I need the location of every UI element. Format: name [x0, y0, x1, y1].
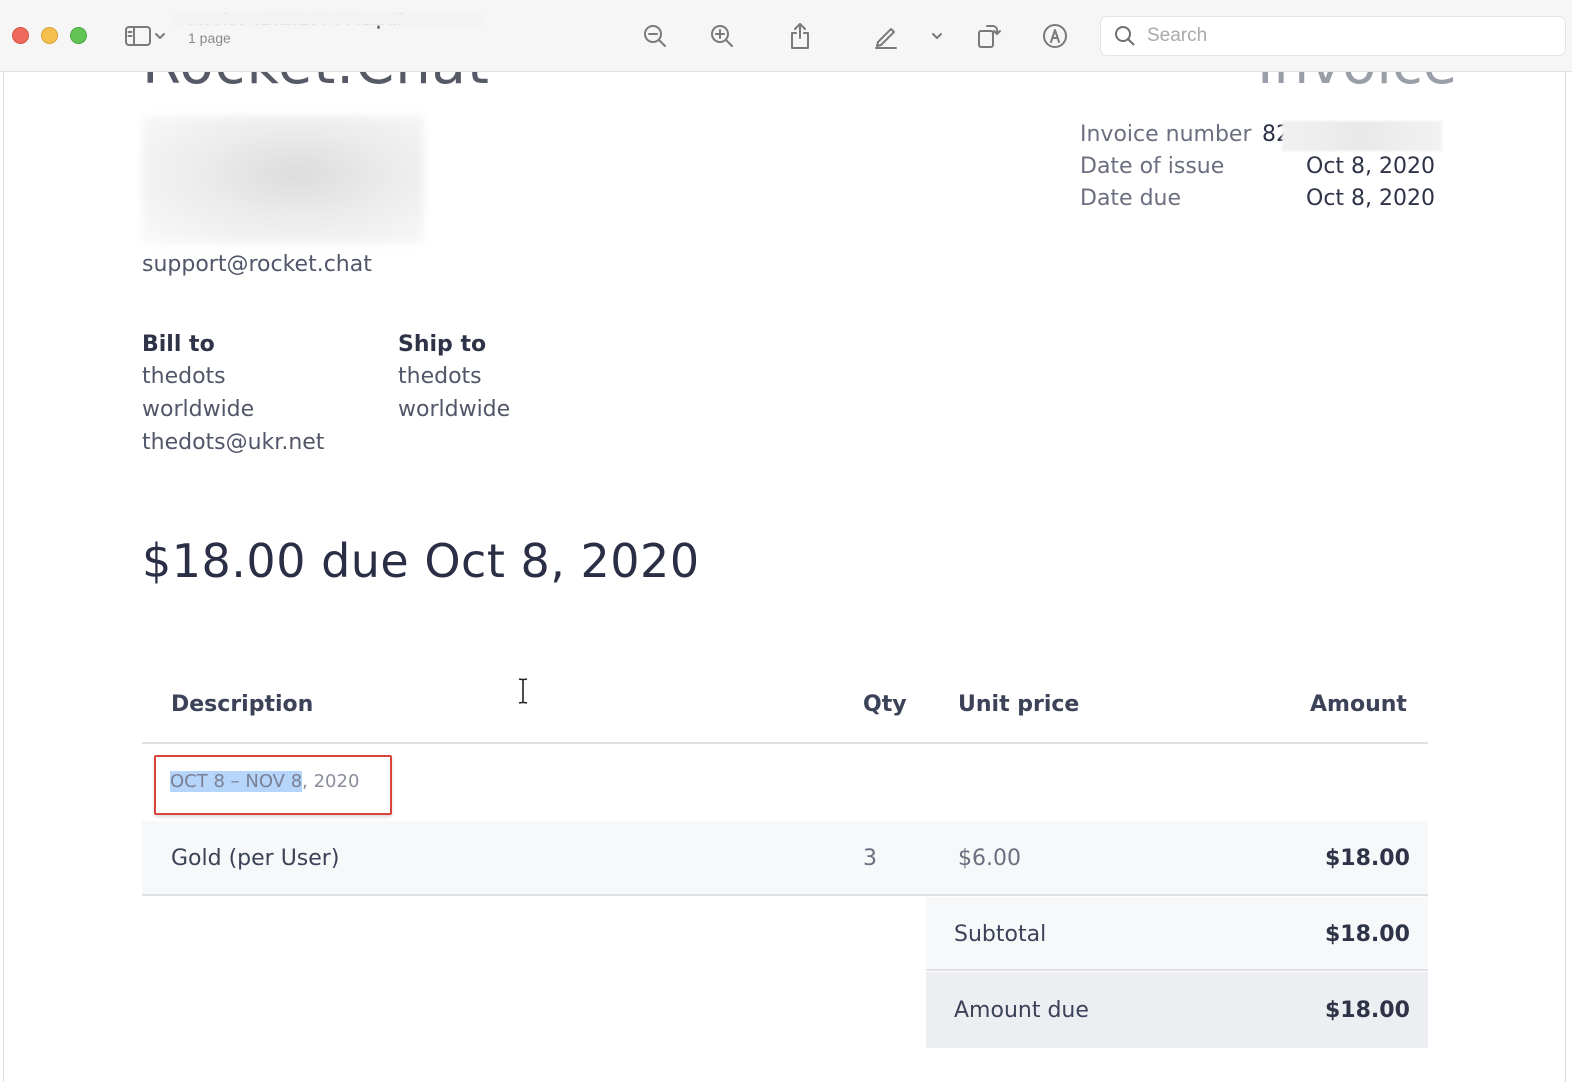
text-cursor-icon	[518, 678, 528, 704]
line-item-unit-price: $6.00	[958, 846, 1021, 871]
search-input[interactable]	[1147, 25, 1547, 47]
document-type-heading: Invoice	[1257, 72, 1457, 97]
subtotal-value: $18.00	[1325, 922, 1410, 947]
support-email[interactable]: support@rocket.chat	[142, 252, 372, 277]
zoom-in-icon	[711, 25, 733, 47]
ship-to-heading: Ship to	[398, 332, 487, 357]
table-header-divider	[142, 742, 1428, 744]
markup-menu-button[interactable]	[926, 16, 948, 56]
subtotal-divider	[926, 969, 1428, 971]
column-header-qty: Qty	[863, 692, 907, 717]
billing-period-year: , 2020	[302, 771, 360, 792]
billing-period[interactable]: OCT 8 – NOV 8, 2020	[170, 771, 359, 792]
billing-period-selected-text[interactable]: OCT 8 – NOV 8	[170, 771, 303, 792]
date-due-value: Oct 8, 2020	[1306, 186, 1436, 211]
markup-button[interactable]	[866, 16, 906, 56]
column-header-description: Description	[171, 692, 314, 717]
chevron-down-icon	[155, 33, 165, 39]
line-item-qty: 3	[863, 846, 877, 871]
invoice-number-label: Invoice number	[1080, 122, 1252, 147]
column-header-unit-price: Unit price	[958, 692, 1080, 717]
document-page-count: 1 page	[188, 30, 231, 46]
markup-pen-icon	[875, 28, 897, 49]
zoom-out-icon	[644, 25, 666, 47]
sidebar-view-menu-button[interactable]	[150, 16, 170, 56]
bill-to-email[interactable]: thedots@ukr.net	[142, 430, 324, 455]
column-header-amount: Amount	[1310, 692, 1407, 717]
rotate-button[interactable]	[968, 16, 1008, 56]
pdf-page[interactable]: Rocket.Chat Invoice support@rocket.chat …	[3, 72, 1566, 1082]
date-due-label: Date due	[1080, 186, 1182, 211]
window-toolbar: Invoice-82025180-0002.pdf 1 page	[0, 0, 1572, 72]
line-item-amount: $18.00	[1325, 846, 1410, 871]
bill-to-line: thedots	[142, 364, 226, 389]
table-row-divider	[142, 894, 1428, 896]
zoom-in-button[interactable]	[702, 16, 742, 56]
annotate-icon	[1043, 24, 1067, 48]
amount-due-label: Amount due	[954, 998, 1089, 1023]
ship-to-line: thedots	[398, 364, 482, 389]
line-item-description: Gold (per User)	[171, 846, 340, 871]
subtotal-label: Subtotal	[954, 922, 1047, 947]
ship-to-line: worldwide	[398, 397, 511, 422]
chevron-down-icon	[932, 33, 942, 39]
date-of-issue-value: Oct 8, 2020	[1306, 154, 1436, 179]
date-of-issue-label: Date of issue	[1080, 154, 1225, 179]
company-name: Rocket.Chat	[142, 72, 490, 97]
annotate-button[interactable]	[1035, 16, 1075, 56]
amount-due-headline: $18.00 due Oct 8, 2020	[142, 534, 700, 588]
title-redaction	[172, 12, 482, 26]
close-window-button[interactable]	[12, 27, 29, 44]
blurred-address-block	[142, 116, 424, 244]
search-field[interactable]	[1100, 16, 1566, 56]
sidebar-icon	[125, 26, 151, 46]
fullscreen-window-button[interactable]	[70, 27, 87, 44]
minimize-window-button[interactable]	[41, 27, 58, 44]
rotate-icon	[978, 25, 1001, 48]
amount-due-value: $18.00	[1325, 998, 1410, 1023]
bill-to-line: worldwide	[142, 397, 255, 422]
share-button[interactable]	[780, 16, 820, 56]
search-icon	[1115, 26, 1135, 46]
invoice-number-redaction	[1282, 121, 1442, 151]
bill-to-heading: Bill to	[142, 332, 215, 357]
share-icon	[791, 23, 809, 49]
zoom-out-button[interactable]	[635, 16, 675, 56]
